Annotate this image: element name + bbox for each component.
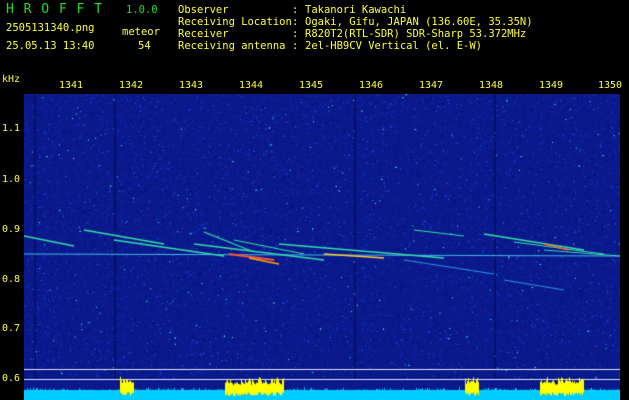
y-tick: 0.9	[2, 224, 21, 235]
field-value-receiver: R820T2(RTL-SDR) SDR-Sharp 53.372MHz	[305, 28, 527, 40]
field-sep: :	[292, 16, 299, 28]
datetime: 25.05.13 13:40	[6, 40, 95, 52]
y-tick: 0.7	[2, 323, 21, 334]
x-tick: 1345	[299, 80, 324, 91]
x-tick: 1349	[539, 80, 564, 91]
field-sep: :	[292, 28, 299, 40]
time-axis: kHz 1341 1342 1343 1344 1345 1346 1347 1…	[0, 72, 629, 94]
x-tick: 1350	[598, 80, 623, 91]
app-version: 1.0.0	[126, 4, 158, 16]
spectrogram	[24, 94, 620, 400]
x-tick: 1341	[59, 80, 84, 91]
field-sep: :	[292, 40, 299, 52]
x-tick: 1342	[119, 80, 144, 91]
y-tick: 0.6	[2, 373, 21, 384]
y-tick: 1.0	[2, 174, 21, 185]
app-title: H R O F F T	[6, 2, 104, 17]
mode-label: meteor	[122, 26, 160, 38]
y-unit-label: kHz	[2, 74, 21, 85]
field-label-receiver: Receiver	[178, 28, 229, 40]
x-tick: 1344	[239, 80, 264, 91]
filename: 2505131340.png	[6, 22, 95, 34]
field-sep: :	[292, 4, 299, 16]
field-value-observer: Takanori Kawachi	[305, 4, 407, 16]
y-tick: 0.8	[2, 274, 21, 285]
x-tick: 1348	[479, 80, 504, 91]
header: H R O F F T 1.0.0 2505131340.png 25.05.1…	[0, 0, 629, 72]
meteor-count: 54	[138, 40, 151, 52]
x-tick: 1346	[359, 80, 384, 91]
x-tick: 1347	[419, 80, 444, 91]
y-tick: 1.1	[2, 123, 21, 134]
field-value-antenna: 2el-HB9CV Vertical (el. E-W)	[305, 40, 483, 52]
x-tick: 1343	[179, 80, 204, 91]
field-label-location: Receiving Location	[178, 16, 292, 28]
field-label-antenna: Receiving antenna	[178, 40, 286, 52]
field-label-observer: Observer	[178, 4, 229, 16]
field-value-location: Ogaki, Gifu, JAPAN (136.60E, 35.35N)	[305, 16, 533, 28]
